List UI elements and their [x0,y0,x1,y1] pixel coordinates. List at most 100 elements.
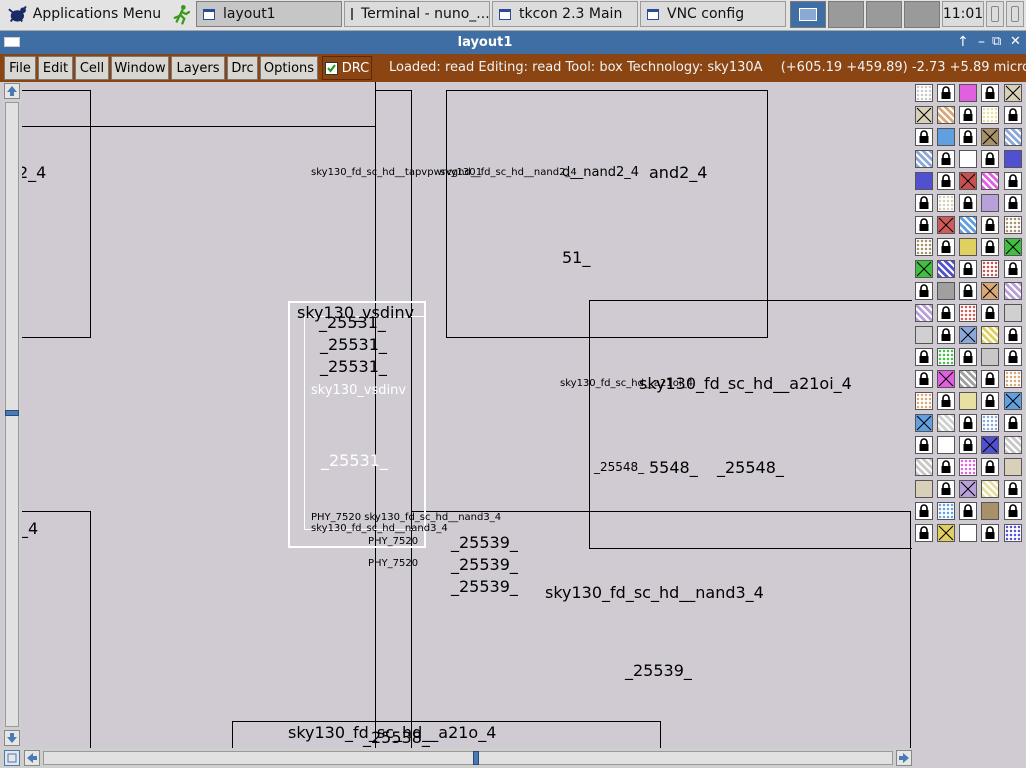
layer-lock-icon[interactable] [915,502,933,520]
layer-lock-icon[interactable] [959,128,977,146]
taskbar-window-tkcon[interactable]: tkcon 2.3 Main [492,1,638,27]
layer-swatch[interactable] [1004,304,1022,322]
layer-swatch[interactable] [915,458,933,476]
layer-lock-icon[interactable] [981,304,999,322]
menu-layers[interactable]: Layers [171,56,225,80]
layer-lock-icon[interactable] [937,392,955,410]
layer-lock-icon[interactable] [981,150,999,168]
layer-swatch[interactable] [937,502,955,520]
taskbar-window-terminal[interactable]: Terminal - nuno_... [344,1,490,27]
layer-lock-icon[interactable] [915,282,933,300]
applications-menu-button[interactable]: Applications Menu [2,1,192,27]
layer-lock-icon[interactable] [1004,106,1022,124]
layer-lock-icon[interactable] [1004,348,1022,366]
layer-lock-icon[interactable] [959,502,977,520]
layer-swatch[interactable] [981,502,999,520]
layer-swatch[interactable] [915,106,933,124]
drc-toggle[interactable]: DRC [322,56,372,80]
layer-swatch[interactable] [915,260,933,278]
layer-lock-icon[interactable] [937,304,955,322]
layer-swatch[interactable] [937,194,955,212]
scroll-down-icon[interactable] [4,730,20,746]
horizontal-scrollbar[interactable] [0,748,912,768]
layer-swatch[interactable] [959,304,977,322]
layer-lock-icon[interactable] [937,458,955,476]
menu-cell[interactable]: Cell [75,56,109,80]
layer-lock-icon[interactable] [959,282,977,300]
layer-swatch[interactable] [1004,436,1022,454]
layer-swatch[interactable] [915,392,933,410]
layer-lock-icon[interactable] [981,84,999,102]
layer-lock-icon[interactable] [1004,480,1022,498]
scroll-left-icon[interactable] [24,750,40,766]
layer-swatch[interactable] [981,348,999,366]
layer-swatch[interactable] [937,260,955,278]
layer-swatch[interactable] [959,524,977,542]
layer-lock-icon[interactable] [959,414,977,432]
workspace-4[interactable] [904,1,940,28]
window-up-button[interactable]: ↑ [957,34,969,50]
layer-lock-icon[interactable] [915,436,933,454]
layer-swatch[interactable] [959,216,977,234]
layer-swatch[interactable] [1004,238,1022,256]
layer-swatch[interactable] [1004,282,1022,300]
layer-swatch[interactable] [959,480,977,498]
window-close-button[interactable]: ✕ [1010,34,1021,49]
layer-lock-icon[interactable] [1004,260,1022,278]
menu-drc[interactable]: Drc [227,56,258,80]
layer-lock-icon[interactable] [981,392,999,410]
workspace-3[interactable] [866,1,902,28]
layer-swatch[interactable] [959,84,977,102]
horizontal-scroll-thumb[interactable] [473,751,479,765]
scroll-track[interactable] [43,751,893,765]
menu-window[interactable]: Window [111,56,169,80]
taskbar-window-vnc-config[interactable]: VNC config [640,1,786,27]
layer-swatch[interactable] [981,414,999,432]
layer-swatch[interactable] [959,150,977,168]
layer-lock-icon[interactable] [915,216,933,234]
layout-canvas[interactable]: 2_4 _4 sky130_fd_sc_hd__tapvpwrvgnd_1 sk… [22,82,912,748]
layer-lock-icon[interactable] [937,238,955,256]
layer-swatch[interactable] [981,172,999,190]
layer-swatch[interactable] [959,326,977,344]
layer-lock-icon[interactable] [937,172,955,190]
layer-swatch[interactable] [959,172,977,190]
layer-swatch[interactable] [981,106,999,124]
layer-swatch[interactable] [915,84,933,102]
layer-lock-icon[interactable] [915,128,933,146]
layer-swatch[interactable] [1004,216,1022,234]
layer-swatch[interactable] [915,304,933,322]
layer-swatch[interactable] [937,216,955,234]
layer-swatch[interactable] [915,326,933,344]
layer-swatch[interactable] [915,480,933,498]
workspace-1[interactable] [790,1,826,28]
vertical-scrollbar[interactable] [3,82,21,748]
layer-swatch[interactable] [959,238,977,256]
layer-lock-icon[interactable] [1004,172,1022,190]
layer-swatch[interactable] [959,458,977,476]
layer-lock-icon[interactable] [959,348,977,366]
scroll-right-icon[interactable] [896,750,912,766]
layer-lock-icon[interactable] [981,458,999,476]
layer-swatch[interactable] [937,436,955,454]
layer-swatch[interactable] [981,480,999,498]
layer-lock-icon[interactable] [1004,414,1022,432]
window-minimize-button[interactable]: – [978,34,985,50]
layer-swatch[interactable] [959,370,977,388]
layer-lock-icon[interactable] [981,216,999,234]
layer-swatch[interactable] [1004,524,1022,542]
layer-swatch[interactable] [1004,150,1022,168]
layer-swatch[interactable] [959,392,977,410]
layer-lock-icon[interactable] [915,524,933,542]
window-titlebar[interactable]: layout1 ↑ – ⧉ ✕ [0,31,1026,54]
zoom-box-icon[interactable] [4,750,20,766]
tray-slot[interactable] [986,1,1004,27]
layer-swatch[interactable] [937,106,955,124]
checkbox-checked-icon[interactable] [324,61,338,75]
layer-swatch[interactable] [981,194,999,212]
taskbar-window-layout1[interactable]: layout1 [196,1,342,27]
layer-lock-icon[interactable] [981,370,999,388]
window-maximize-button[interactable]: ⧉ [992,34,1001,49]
layer-swatch[interactable] [981,436,999,454]
runner-icon[interactable] [171,3,192,25]
